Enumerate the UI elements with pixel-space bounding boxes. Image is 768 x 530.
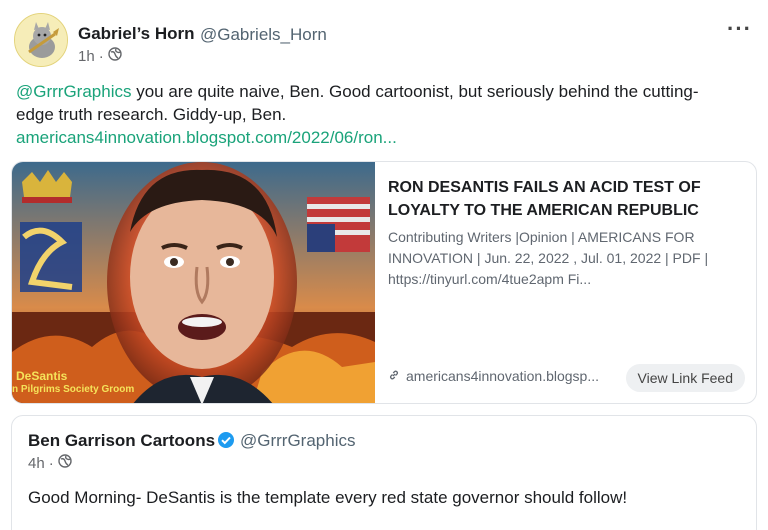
post-card: Gabriel’s Horn @Gabriels_Horn 1h · ··· @… xyxy=(0,0,768,530)
handle[interactable]: @Gabriels_Horn xyxy=(200,25,327,45)
avatar[interactable] xyxy=(14,13,68,67)
quoted-meta: 4h · xyxy=(28,454,72,472)
post-time[interactable]: 1h xyxy=(78,48,95,65)
middot: · xyxy=(98,47,104,65)
preview-title[interactable]: RON DESANTIS FAILS AN ACID TEST OF LOYAL… xyxy=(388,176,748,222)
preview-image[interactable]: DeSantis n Pilgrims Society Groom xyxy=(12,162,375,403)
more-options-icon[interactable]: ··· xyxy=(727,18,752,40)
mention-link[interactable]: @GrrrGraphics xyxy=(16,82,132,101)
preview-domain-row[interactable]: americans4innovation.blogsp... xyxy=(388,368,599,384)
post-meta: 1h · xyxy=(78,47,122,65)
quoted-text: Good Morning- DeSantis is the template e… xyxy=(28,488,628,507)
verified-badge-icon xyxy=(217,431,235,454)
quoted-time[interactable]: 4h xyxy=(28,455,45,472)
view-link-feed-button[interactable]: View Link Feed xyxy=(625,364,745,392)
middot: · xyxy=(48,454,54,472)
public-globe-icon xyxy=(57,454,72,472)
public-globe-icon xyxy=(107,47,122,65)
link-icon xyxy=(388,368,400,384)
image-caption-name: DeSantis xyxy=(16,369,68,383)
image-caption-sub: n Pilgrims Society Groom xyxy=(12,384,135,395)
quoted-display-name[interactable]: Ben Garrison Cartoons xyxy=(28,431,215,451)
preview-domain: americans4innovation.blogsp... xyxy=(406,368,600,384)
post-text: @GrrrGraphics you are quite naive, Ben. … xyxy=(16,80,736,126)
preview-description: Contributing Writers |Opinion | AMERICAN… xyxy=(388,229,709,287)
display-name[interactable]: Gabriel’s Horn xyxy=(78,24,195,44)
post-url-link[interactable]: americans4innovation.blogspot.com/2022/0… xyxy=(16,128,397,148)
quoted-handle[interactable]: @GrrrGraphics xyxy=(240,431,356,451)
quoted-post[interactable]: Ben Garrison Cartoons @GrrrGraphics 4h ·… xyxy=(11,415,757,530)
link-preview-card[interactable]: DeSantis n Pilgrims Society Groom RON DE… xyxy=(11,161,757,404)
